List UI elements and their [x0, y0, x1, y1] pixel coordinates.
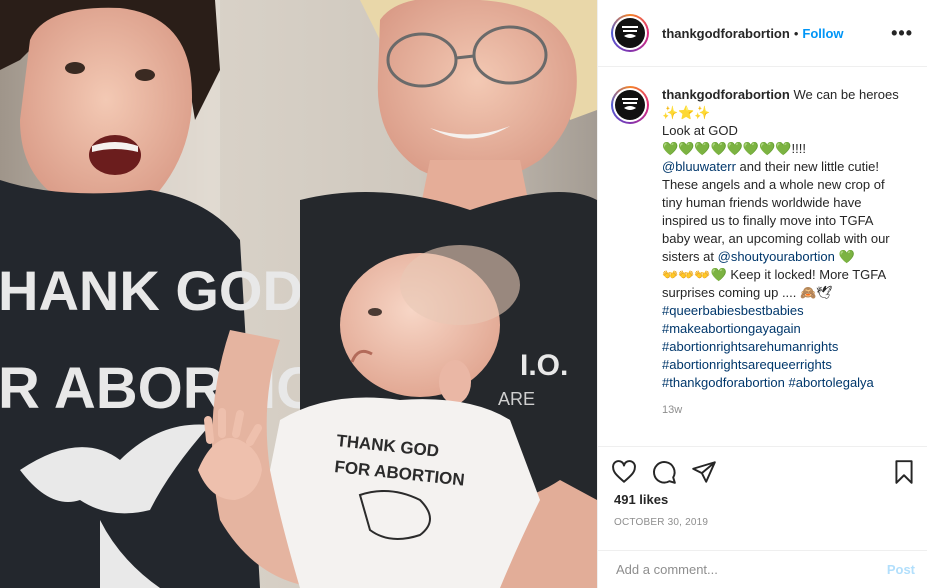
avatar[interactable] — [611, 14, 649, 52]
account-logo-icon — [622, 26, 638, 38]
header-separator: • — [793, 25, 799, 41]
caption-text: thankgodforabortion We can be heroes ✨⭐✨… — [662, 86, 902, 392]
hashtag-link[interactable]: #thankgodforabortion — [662, 375, 785, 390]
paper-plane-icon[interactable] — [691, 459, 717, 485]
post-photo[interactable]: HANK GOD R ABORTION I.O. ARE THANK GOD F… — [0, 0, 597, 588]
post-comment-button[interactable]: Post — [887, 562, 915, 577]
caption-avatar[interactable] — [611, 86, 649, 124]
comment-icon[interactable] — [651, 459, 677, 485]
comment-bar: Post — [598, 550, 927, 588]
hashtag-link[interactable]: #abortolegalya — [789, 375, 874, 390]
hashtag-link[interactable]: #abortionrightsarehumanrights — [662, 338, 902, 356]
follow-button[interactable]: Follow — [802, 26, 843, 41]
account-logo-icon — [622, 98, 638, 110]
end-emoji: 🙈🕊 — [800, 285, 833, 300]
comment-input[interactable] — [614, 561, 887, 578]
heart-icon[interactable] — [611, 459, 637, 485]
mention-bluuwaterr[interactable]: @bluuwaterr — [662, 159, 736, 174]
green-heart-emoji: 💚 — [834, 249, 855, 264]
mention-shoutyourabortion[interactable]: @shoutyourabortion — [718, 249, 835, 264]
more-options-icon[interactable]: ••• — [891, 23, 913, 44]
green-hearts-emoji: 💚💚💚💚💚💚💚💚 — [662, 141, 792, 156]
caption-line-1: We can be heroes — [789, 87, 899, 102]
action-bar — [598, 446, 927, 496]
sparkles-emoji: ✨⭐✨ — [662, 105, 711, 120]
shirt-left-text-1: HANK GOD — [0, 259, 303, 322]
photo-illustration: HANK GOD R ABORTION I.O. ARE THANK GOD F… — [0, 0, 597, 588]
bookmark-icon[interactable] — [891, 459, 917, 485]
hands-emoji: 👐👐👐💚 — [662, 267, 727, 282]
caption-area: thankgodforabortion We can be heroes ✨⭐✨… — [611, 86, 913, 416]
hashtag-link[interactable]: #abortionrightsarequeerrights — [662, 356, 902, 374]
shirt-right-text-2: ARE — [498, 389, 535, 409]
shirt-right-text: I.O. — [520, 349, 568, 382]
post-date: OCTOBER 30, 2019 — [614, 517, 709, 528]
likes-count[interactable]: 491 likes — [614, 492, 668, 507]
caption-username[interactable]: thankgodforabortion — [662, 87, 790, 102]
hashtag-link[interactable]: #makeabortiongayagain — [662, 320, 902, 338]
hashtag-link[interactable]: #queerbabiesbestbabies — [662, 302, 902, 320]
instagram-post: HANK GOD R ABORTION I.O. ARE THANK GOD F… — [0, 0, 927, 588]
header-username[interactable]: thankgodforabortion — [662, 26, 790, 41]
caption-exclaims: !!!! — [791, 141, 806, 156]
caption-line-2: Look at GOD — [662, 123, 738, 138]
post-side-panel: thankgodforabortion • Follow ••• thankgo… — [597, 0, 927, 588]
time-ago[interactable]: 13w — [662, 404, 902, 416]
post-header: thankgodforabortion • Follow ••• — [598, 0, 927, 67]
